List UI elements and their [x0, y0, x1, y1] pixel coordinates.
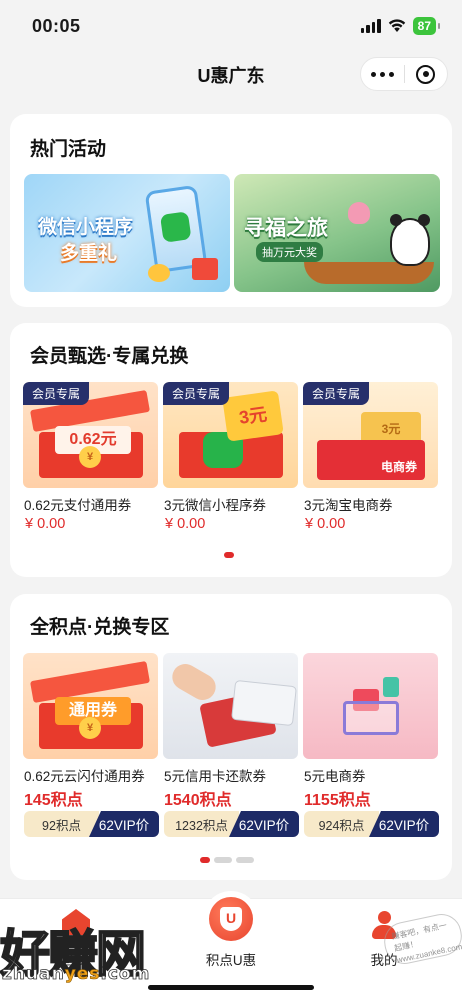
product-card[interactable]: 3元 电商券 会员专属 3元淘宝电商券 ¥ 0.00 — [303, 382, 438, 542]
vip-points: 1232积点 — [164, 811, 239, 837]
hot-activities-section: 热门活动 微信小程序 多重礼 寻福之旅 抽万元大奖 — [10, 114, 452, 307]
product-card[interactable]: 通用券 ¥ 0.62元云闪付通用券 145积点 92积点 62VIP价 — [23, 653, 159, 839]
product-image — [303, 653, 438, 759]
status-bar: 00:05 87 — [0, 0, 462, 52]
product-price: ¥ 0.00 — [25, 516, 66, 532]
banner-wechat-miniprogram[interactable]: 微信小程序 多重礼 — [24, 174, 230, 292]
vip-label: 62VIP价 — [369, 811, 439, 837]
member-badge: 会员专属 — [163, 382, 230, 405]
close-icon — [416, 64, 436, 84]
wifi-icon — [388, 19, 405, 32]
signal-icon — [360, 19, 381, 33]
carousel-indicator — [224, 552, 234, 558]
page-dot[interactable] — [214, 857, 232, 863]
banner-lucky-journey[interactable]: 寻福之旅 抽万元大奖 — [234, 174, 440, 292]
product-points: 145积点 — [24, 792, 83, 809]
page-title: U惠广东 — [197, 66, 265, 86]
product-name: 3元淘宝电商券 — [304, 498, 393, 513]
status-time: 00:05 — [32, 15, 81, 36]
product-name: 0.62元云闪付通用券 — [24, 769, 145, 784]
product-image: 3元 电商券 会员专属 — [303, 382, 438, 488]
bag-illustration — [383, 677, 399, 697]
product-image: 0.62元 ¥ 会员专属 — [23, 382, 158, 488]
product-image: 3元 会员专属 — [163, 382, 298, 488]
uhui-icon: U — [209, 897, 253, 941]
tab-label: 积点U惠 — [205, 953, 257, 968]
section-title: 会员甄选·专属兑换 — [30, 346, 189, 367]
member-badge: 会员专属 — [303, 382, 370, 405]
vip-price-bar: 92积点 62VIP价 — [24, 811, 159, 837]
coin-illustration — [148, 264, 170, 282]
uhui-button: U — [203, 891, 259, 947]
section-title: 全积点·兑换专区 — [30, 617, 170, 638]
product-price: ¥ 0.00 — [305, 516, 346, 532]
product-image — [163, 653, 298, 759]
product-card[interactable]: 0.62元 ¥ 会员专属 0.62元支付通用券 ¥ 0.00 — [23, 382, 158, 542]
u-shield-icon: U — [220, 907, 242, 931]
banner-subline: 抽万元大奖 — [256, 242, 323, 262]
product-name: 5元电商券 — [304, 769, 366, 784]
product-points: 1155积点 — [304, 792, 371, 809]
vip-points: 92积点 — [24, 811, 99, 837]
product-card[interactable]: 5元电商券 1155积点 924积点 62VIP价 — [303, 653, 439, 839]
product-name: 0.62元支付通用券 — [24, 498, 132, 513]
product-image: 通用券 ¥ — [23, 653, 158, 759]
yuan-coin-icon: ¥ — [79, 446, 101, 468]
tab-points-uhui[interactable]: U 积点U惠 — [181, 891, 281, 979]
hand-illustration — [167, 659, 221, 705]
product-card[interactable]: 5元信用卡还款券 1540积点 1232积点 62VIP价 — [163, 653, 299, 839]
more-button[interactable] — [361, 58, 404, 90]
status-icons: 87 — [360, 17, 441, 35]
banner-headline: 寻福之旅 — [244, 217, 328, 240]
close-button[interactable] — [405, 58, 448, 90]
shopping-bag-illustration: 电商券 — [317, 440, 425, 480]
credit-card-illustration — [231, 679, 297, 727]
gift-illustration — [192, 258, 218, 280]
member-badge: 会员专属 — [23, 382, 90, 405]
vip-label: 62VIP价 — [89, 811, 159, 837]
shopping-cart-illustration — [343, 701, 399, 735]
page-dot-active — [224, 552, 234, 558]
product-name: 3元微信小程序券 — [164, 498, 267, 513]
more-icon — [370, 71, 394, 77]
product-card[interactable]: 3元 会员专属 3元微信小程序券 ¥ 0.00 — [163, 382, 298, 542]
section-title: 热门活动 — [30, 139, 107, 160]
battery-icon: 87 — [412, 17, 441, 35]
product-name: 5元信用卡还款券 — [164, 769, 267, 784]
page-dot[interactable] — [236, 857, 254, 863]
banner-subline: 多重礼 — [60, 243, 118, 264]
carousel-indicator — [200, 857, 254, 863]
product-price: ¥ 0.00 — [165, 516, 206, 532]
points-exchange-section: 全积点·兑换专区 通用券 ¥ 0.62元云闪付通用券 145积点 92积点 62… — [10, 594, 452, 880]
nav-bar: U惠广东 — [0, 52, 462, 98]
member-exchange-section: 会员甄选·专属兑换 0.62元 ¥ 会员专属 0.62元支付通用券 ¥ 0.00… — [10, 323, 452, 577]
watermark-url: zhuanyes.com — [2, 964, 151, 985]
vip-price-bar: 1232积点 62VIP价 — [164, 811, 299, 837]
page-dot-active[interactable] — [200, 857, 210, 863]
home-indicator — [148, 985, 314, 990]
vip-label: 62VIP价 — [229, 811, 299, 837]
vip-points: 924积点 — [304, 811, 379, 837]
yuan-coin-icon: ¥ — [79, 717, 101, 739]
wechat-icon — [159, 211, 192, 243]
miniprogram-capsule — [360, 57, 448, 91]
vip-price-bar: 924积点 62VIP价 — [304, 811, 439, 837]
panda-illustration — [390, 214, 430, 266]
product-points: 1540积点 — [164, 792, 232, 809]
banner-headline: 微信小程序 — [38, 217, 134, 238]
lotus-illustration — [348, 202, 370, 224]
coupon-illustration: 3元 — [222, 390, 284, 442]
